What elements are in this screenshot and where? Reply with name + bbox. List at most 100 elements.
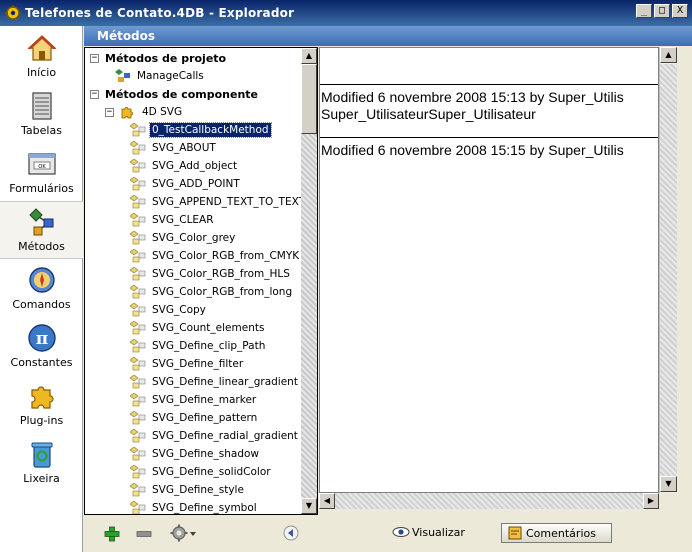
close-button[interactable]: X	[672, 4, 688, 18]
details-vertical-scrollbar[interactable]: ▲ ▼	[659, 47, 677, 493]
sidebar-item-label: Constantes	[10, 356, 73, 369]
method-icon	[130, 339, 146, 353]
scroll-left-arrow-icon[interactable]: ◀	[319, 493, 335, 509]
tree-item-method[interactable]: SVG_Define_clip_Path	[130, 337, 267, 355]
tree-item-method[interactable]: SVG_Color_RGB_from_CMYK	[130, 247, 301, 265]
method-icon	[130, 429, 146, 443]
remove-button[interactable]	[136, 526, 152, 542]
method-icon	[115, 69, 130, 82]
tree-item-method[interactable]: SVG_ADD_POINT	[130, 175, 242, 193]
tree-item-project-method[interactable]: ManageCalls	[115, 67, 206, 85]
tree-group-project[interactable]: − Métodos de projeto	[90, 49, 226, 67]
sidebar: Início Tabelas OK Formulários Métodos Co…	[0, 26, 83, 552]
tree-item-method[interactable]: SVG_Define_radial_gradient	[130, 427, 300, 445]
app-gear-icon	[5, 5, 21, 21]
method-icon	[130, 285, 146, 299]
tree-item-label: SVG_Define_linear_gradient	[152, 376, 298, 388]
scroll-down-arrow-icon[interactable]: ▼	[660, 476, 677, 492]
tree-item-label: SVG_Color_RGB_from_HLS	[152, 268, 290, 280]
method-icon	[130, 303, 146, 317]
tree-item-method[interactable]: SVG_Color_RGB_from_long	[130, 283, 294, 301]
collapse-toggle[interactable]: −	[90, 89, 99, 99]
scroll-right-arrow-icon[interactable]: ▶	[643, 493, 659, 509]
tree-item-label: ManageCalls	[137, 70, 204, 82]
collapse-toggle[interactable]: −	[105, 107, 114, 117]
details-horizontal-scrollbar[interactable]: ◀ ▶	[319, 493, 659, 509]
method-icon	[130, 465, 146, 479]
tree-item-method[interactable]: SVG_Define_solidColor	[130, 463, 273, 481]
scroll-thumb[interactable]	[301, 64, 317, 134]
method-icon	[130, 447, 146, 461]
tree-item-method[interactable]: SVG_Define_shadow	[130, 445, 261, 463]
visualizar-button[interactable]: Visualizar	[392, 525, 465, 539]
maximize-button[interactable]: □	[654, 4, 670, 18]
tree-item-label: SVG_ABOUT	[152, 142, 216, 154]
tree-item-method[interactable]: SVG_ABOUT	[130, 139, 218, 157]
methods-tree-panel: − Métodos de projeto ManageCalls − Métod…	[84, 47, 318, 515]
scroll-track[interactable]	[335, 493, 643, 509]
window-title: Telefones de Contato.4DB - Explorador	[25, 6, 295, 20]
method-icon	[130, 501, 146, 514]
collapse-toggle[interactable]: −	[90, 53, 99, 63]
tree-item-method[interactable]: SVG_Count_elements	[130, 319, 266, 337]
sidebar-item-comandos[interactable]: Comandos	[0, 260, 83, 318]
sidebar-item-label: Plug-ins	[19, 414, 64, 427]
svg-text:π: π	[35, 329, 47, 349]
trash-icon	[31, 442, 52, 468]
sidebar-item-lixeira[interactable]: Lixeira	[0, 434, 83, 492]
tree-item-method[interactable]: SVG_CLEAR	[130, 211, 216, 229]
sidebar-item-formularios[interactable]: OK Formulários	[0, 144, 83, 202]
sidebar-item-constantes[interactable]: π Constantes	[0, 318, 83, 376]
tree-item-method[interactable]: 0_TestCallbackMethod	[130, 121, 272, 139]
scroll-track[interactable]	[660, 64, 677, 476]
plus-icon	[104, 526, 120, 542]
method-icon	[130, 213, 146, 227]
method-icon	[130, 393, 146, 407]
tree-item-method[interactable]: SVG_Define_style	[130, 481, 246, 499]
tree-item-method[interactable]: SVG_Define_marker	[130, 391, 258, 409]
comentarios-button[interactable]: Comentários	[501, 523, 612, 543]
tree-item-label: SVG_Color_RGB_from_long	[152, 286, 293, 298]
tree-item-method[interactable]: SVG_Define_linear_gradient	[130, 373, 300, 391]
tree-item-label: SVG_ADD_POINT	[152, 178, 240, 190]
tree-item-method[interactable]: SVG_Define_symbol	[130, 499, 259, 514]
tree-group-label: Métodos de projeto	[105, 51, 227, 65]
tree-item-label: SVG_Define_pattern	[152, 412, 258, 424]
tree-group-component[interactable]: − Métodos de componente	[90, 85, 258, 103]
tree-group-label: Métodos de componente	[105, 87, 259, 101]
scroll-up-arrow-icon[interactable]: ▲	[301, 48, 317, 64]
comentarios-label: Comentários	[526, 526, 596, 540]
dropdown-arrow-icon	[190, 532, 196, 536]
tree-component-4d-svg[interactable]: − 4D SVG	[105, 103, 184, 121]
tree-item-label: SVG_CLEAR	[152, 214, 214, 226]
add-button[interactable]	[104, 526, 120, 542]
tree-item-label: SVG_Add_object	[152, 160, 238, 172]
sidebar-item-plugins[interactable]: Plug-ins	[0, 376, 83, 434]
scroll-down-arrow-icon[interactable]: ▼	[301, 498, 317, 514]
sidebar-item-inicio[interactable]: Início	[0, 28, 83, 86]
scroll-track[interactable]	[301, 134, 317, 498]
method-icon	[130, 375, 146, 389]
method-icon	[130, 159, 146, 173]
method-icon	[130, 357, 146, 371]
scroll-up-arrow-icon[interactable]: ▲	[660, 47, 677, 63]
tree-item-method[interactable]: SVG_Define_filter	[130, 355, 245, 373]
modified-info-1: Modified 6 novembre 2008 15:13 by Super_…	[321, 89, 624, 105]
row-divider	[320, 84, 658, 85]
minimize-button[interactable]: _	[636, 4, 652, 18]
tree-item-method[interactable]: SVG_Color_grey	[130, 229, 237, 247]
collapse-panel-button[interactable]	[283, 525, 299, 541]
tree-item-method[interactable]: SVG_Color_RGB_from_HLS	[130, 265, 292, 283]
sidebar-item-metodos[interactable]: Métodos	[0, 201, 83, 259]
method-icon	[130, 411, 146, 425]
tree-vertical-scrollbar[interactable]: ▲ ▼	[301, 48, 317, 514]
tree-item-method[interactable]: SVG_Define_pattern	[130, 409, 259, 427]
options-menu-button[interactable]	[170, 524, 198, 542]
tree-item-method[interactable]: SVG_Add_object	[130, 157, 239, 175]
sidebar-item-label: Início	[26, 66, 57, 79]
tree-item-method[interactable]: SVG_APPEND_TEXT_TO_TEXTA	[130, 193, 301, 211]
tree-item-method[interactable]: SVG_Copy	[130, 301, 208, 319]
sidebar-item-tabelas[interactable]: Tabelas	[0, 86, 83, 144]
plugin-puzzle-icon	[121, 107, 133, 119]
tree-item-label: 0_TestCallbackMethod	[149, 122, 272, 138]
